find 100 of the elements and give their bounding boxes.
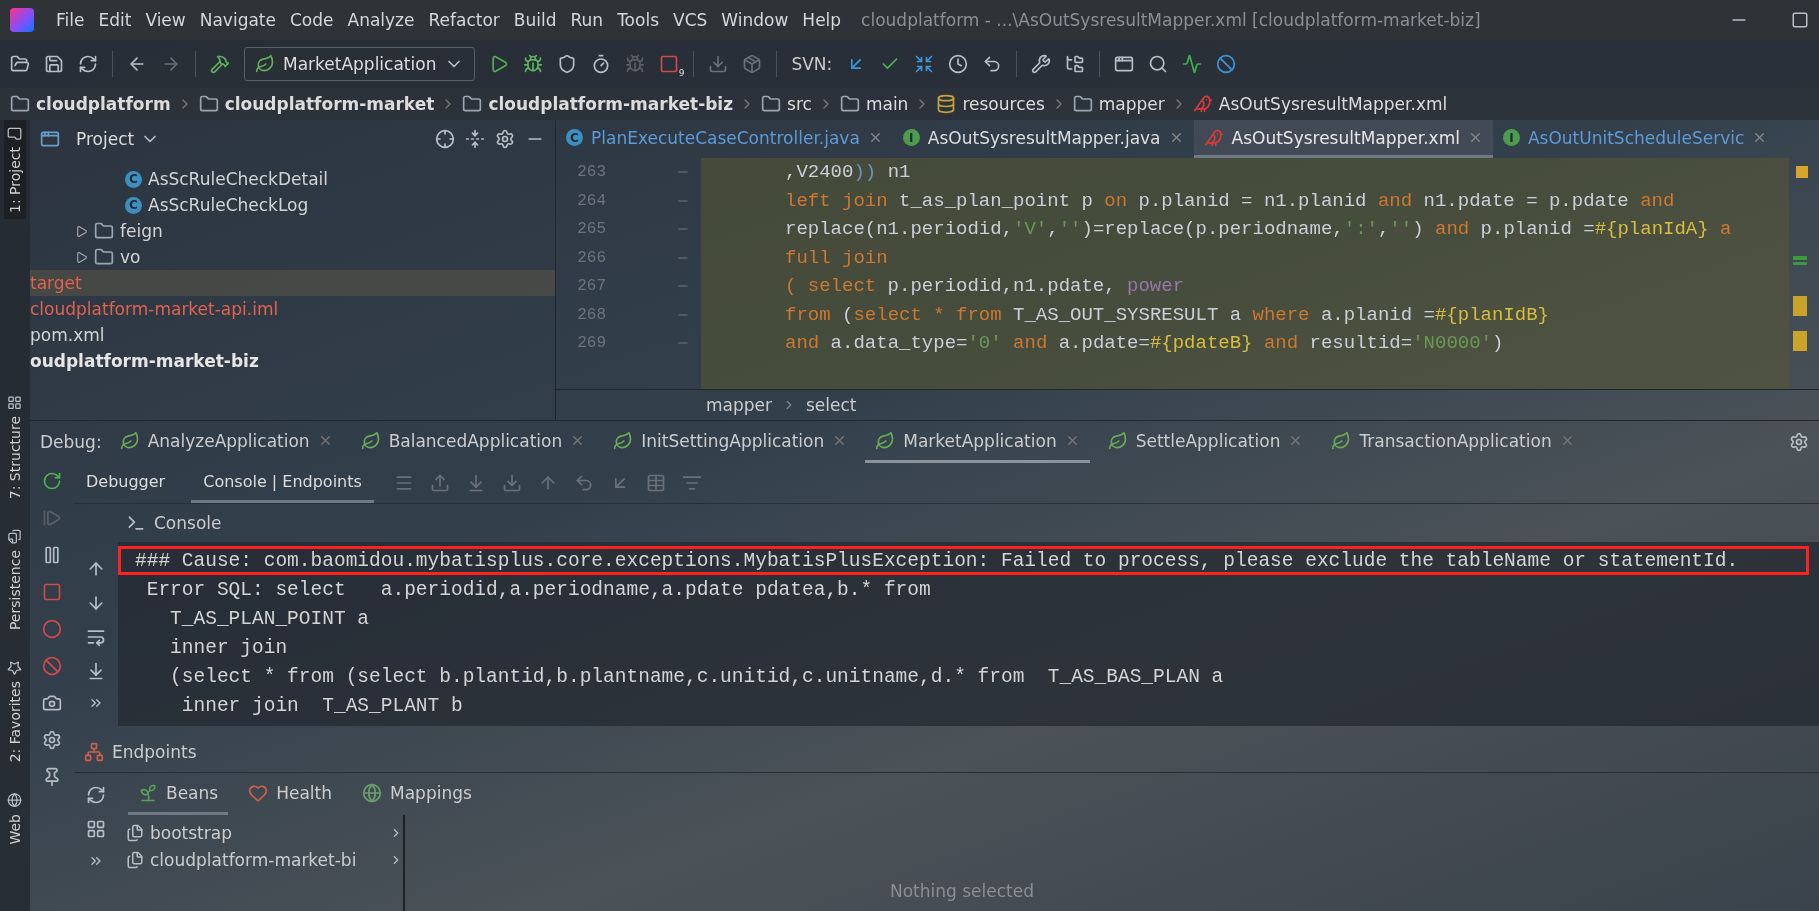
- menu-item[interactable]: File: [50, 10, 91, 30]
- leaf-icon: [119, 430, 140, 451]
- pin-icon[interactable]: [42, 767, 62, 787]
- structure-breadcrumb[interactable]: select: [806, 395, 857, 415]
- heart-icon: [248, 782, 269, 803]
- debug-session-tab[interactable]: AnalyzeApplication: [109, 421, 343, 463]
- debug-session-tab[interactable]: BalancedApplication: [350, 421, 596, 463]
- tree-row[interactable]: oudplatform-market-biz: [30, 348, 555, 374]
- shield-icon[interactable]: [557, 54, 578, 74]
- ban-icon[interactable]: [1216, 54, 1237, 74]
- tool-window-tab[interactable]: 1: Project: [4, 120, 26, 219]
- menu-item[interactable]: Analyze: [341, 10, 421, 30]
- breadcrumb-item[interactable]: mapper: [1098, 94, 1165, 114]
- debug-session-tab[interactable]: MarketApplication: [865, 421, 1090, 463]
- menu-item[interactable]: Code: [284, 10, 340, 30]
- download-icon[interactable]: [708, 54, 729, 74]
- menu-item[interactable]: Build: [507, 10, 563, 30]
- tree-label: target: [30, 273, 82, 293]
- tree-row[interactable]: C AsScRuleCheckLog: [30, 192, 555, 218]
- breadcrumb-item[interactable]: resources: [962, 94, 1045, 114]
- run-icon[interactable]: [489, 54, 510, 74]
- run-configuration-dropdown[interactable]: MarketApplication: [244, 47, 476, 81]
- tool-window-tab[interactable]: Persistence: [4, 523, 26, 637]
- structure-breadcrumb[interactable]: mapper: [706, 395, 772, 415]
- tree-row[interactable]: feign: [30, 218, 555, 244]
- breadcrumb-item[interactable]: cloudplatform-market-biz: [488, 94, 734, 114]
- debug-session-tab[interactable]: InitSettingApplication: [603, 421, 858, 463]
- expand-arrow-icon[interactable]: [75, 224, 88, 238]
- endpoints-tab[interactable]: Beans: [128, 773, 229, 815]
- mute-breakpoints-icon[interactable]: [42, 656, 62, 676]
- menu-item[interactable]: Navigate: [193, 10, 282, 30]
- bean-context-item[interactable]: bootstrap: [118, 819, 403, 846]
- endpoints-tab[interactable]: Mappings: [352, 773, 482, 815]
- debugger-tab[interactable]: Debugger: [74, 463, 178, 503]
- tree-row[interactable]: pom.xml: [30, 322, 555, 348]
- breadcrumb-item[interactable]: src: [787, 94, 812, 114]
- locate-icon[interactable]: [435, 129, 455, 149]
- editor-tab[interactable]: AsOutSysresultMapper.xml: [1193, 120, 1493, 158]
- debug-session-tab[interactable]: SettleApplication: [1097, 421, 1314, 463]
- stop-icon[interactable]: [659, 54, 680, 74]
- module-folder-icon: [198, 94, 219, 114]
- drop-frame-icon[interactable]: [573, 473, 594, 493]
- wrench-icon[interactable]: [1031, 54, 1052, 74]
- project-structure-icon[interactable]: [1065, 54, 1086, 74]
- debug-session-tab[interactable]: TransactionApplication: [1321, 421, 1585, 463]
- menu-item[interactable]: Run: [564, 10, 610, 30]
- refresh-icon[interactable]: [86, 785, 106, 805]
- menu-item[interactable]: Tools: [611, 10, 665, 30]
- table-icon[interactable]: [645, 473, 666, 493]
- tool-window-tab[interactable]: 7: Structure: [4, 389, 26, 506]
- menu-item[interactable]: Refactor: [422, 10, 506, 30]
- scroll-end-icon[interactable]: [86, 661, 106, 681]
- search-icon[interactable]: [1148, 54, 1169, 74]
- debug-icon[interactable]: [523, 54, 544, 74]
- collapse-icon[interactable]: [465, 129, 485, 149]
- maximize-icon[interactable]: [1791, 11, 1809, 29]
- hammer-icon[interactable]: [210, 54, 230, 74]
- module-folder-icon: [462, 94, 483, 114]
- endpoints-tab[interactable]: Health: [238, 773, 342, 815]
- menu-item[interactable]: VCS: [667, 10, 714, 30]
- rerun-icon[interactable]: [42, 471, 62, 491]
- menu-item[interactable]: View: [139, 10, 192, 30]
- camera-icon[interactable]: [42, 693, 62, 713]
- settings-icon[interactable]: [495, 129, 515, 149]
- breakpoints-icon[interactable]: [42, 619, 62, 639]
- editor-tab[interactable]: I AsOutUnitScheduleServic: [1492, 120, 1778, 158]
- open-folder-icon[interactable]: [10, 54, 30, 74]
- step-over-icon[interactable]: [429, 473, 450, 493]
- bean-context-item[interactable]: cloudplatform-market-bi: [118, 846, 403, 873]
- tree-row[interactable]: vo: [30, 244, 555, 270]
- save-icon[interactable]: [44, 54, 64, 74]
- breadcrumb-item[interactable]: AsOutSysresultMapper.xml: [1218, 94, 1448, 114]
- tool-window-tab[interactable]: 2: Favorites: [4, 654, 26, 769]
- settings-icon[interactable]: [1789, 432, 1809, 452]
- expand-arrow-icon[interactable]: [75, 250, 88, 264]
- breadcrumb-item[interactable]: cloudplatform: [36, 94, 171, 114]
- settings-icon[interactable]: [42, 730, 62, 750]
- editor-tab[interactable]: I AsOutSysresultMapper.java: [892, 120, 1194, 158]
- debugger-tab[interactable]: Console | Endpoints: [191, 463, 374, 503]
- menu-item[interactable]: Help: [796, 10, 848, 30]
- terminal-window-icon[interactable]: [1114, 54, 1135, 74]
- force-step-into-icon[interactable]: [501, 473, 522, 493]
- sync-icon[interactable]: [78, 54, 98, 74]
- tool-window-tab[interactable]: Web: [4, 786, 26, 851]
- editor-tab[interactable]: C PlanExecuteCaseController.java: [556, 120, 893, 158]
- activity-icon[interactable]: [1182, 54, 1203, 74]
- menu-item[interactable]: Window: [715, 10, 795, 30]
- folder-icon: [1072, 94, 1093, 114]
- merge-arrows-icon[interactable]: [914, 54, 935, 74]
- pause-icon[interactable]: [42, 545, 62, 565]
- wrap-icon[interactable]: [86, 627, 106, 647]
- package-icon[interactable]: [742, 54, 763, 74]
- tree-row[interactable]: C AsScRuleCheckDetail: [30, 166, 555, 192]
- breadcrumb-item[interactable]: main: [865, 94, 909, 114]
- layout-icon[interactable]: [86, 819, 106, 839]
- breadcrumb-item[interactable]: cloudplatform-market: [224, 94, 435, 114]
- menu-item[interactable]: Edit: [92, 10, 138, 30]
- project-view-dropdown[interactable]: Project: [70, 128, 167, 150]
- history-icon[interactable]: [948, 54, 969, 74]
- stop-icon[interactable]: [42, 582, 62, 602]
